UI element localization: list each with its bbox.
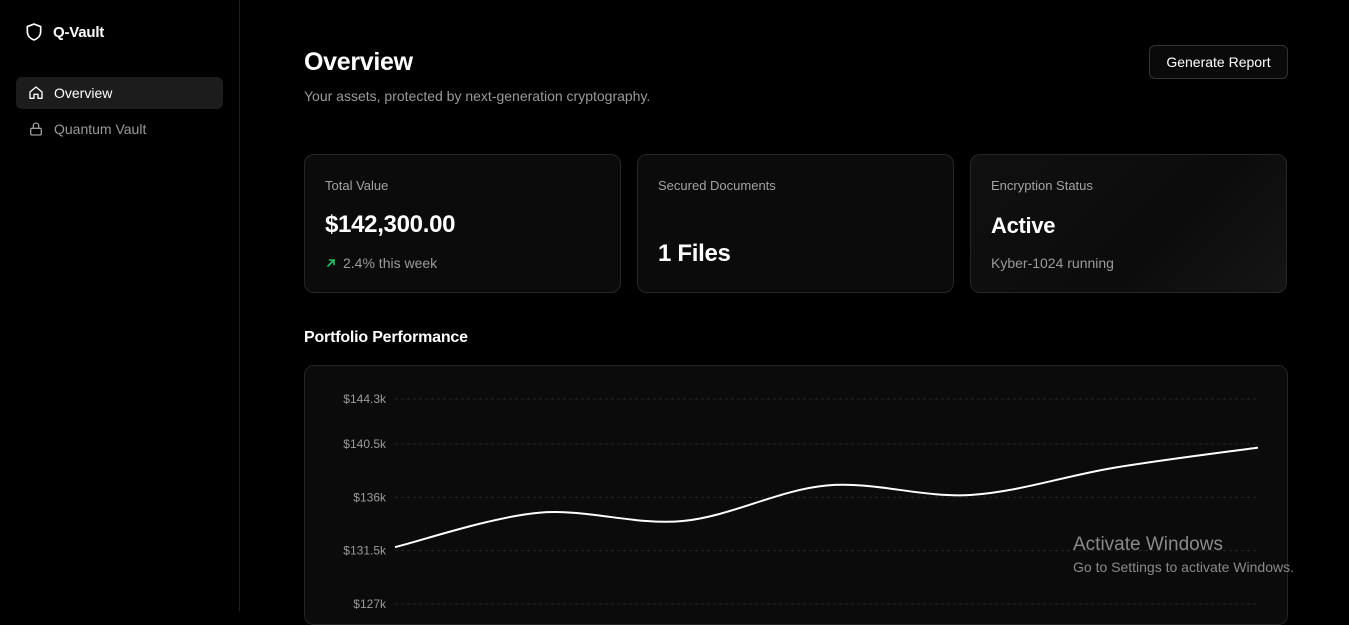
y-tick-label: $127k [353,597,387,611]
card-label: Secured Documents [658,178,776,193]
lock-icon [30,122,42,136]
sidebar-item-quantum-vault[interactable]: Quantum Vault [16,113,223,145]
weekly-change: 2.4% this week [325,255,437,271]
total-value: $142,300.00 [325,211,456,238]
portfolio-chart: $144.3k $140.5k $136k $131.5k $127k [304,365,1288,625]
watermark-title: Activate Windows [1073,534,1223,555]
page-title: Overview [304,48,413,76]
weekly-change-text: 2.4% this week [343,255,438,271]
windows-activation-watermark: Activate Windows Go to Settings to activ… [1073,534,1294,575]
encryption-algorithm-text: Kyber-1024 running [991,255,1114,271]
y-tick-label: $140.5k [343,437,387,451]
card-label: Encryption Status [991,178,1093,193]
shield-icon [26,23,42,41]
home-icon [29,86,43,99]
section-title: Portfolio Performance [304,329,468,346]
documents-count: 1 Files [658,240,731,267]
encryption-algorithm: Kyber-1024 running [991,255,1114,271]
page-subtitle: Your assets, protected by next-generatio… [304,88,651,104]
card-label: Total Value [325,178,389,193]
total-value-card: Total Value $142,300.00 2.4% this week [304,154,621,293]
app-name: Q-Vault [53,23,105,41]
encryption-status: Active [991,213,1056,238]
brand[interactable]: Q-Vault [24,22,104,42]
y-tick-label: $136k [353,490,387,504]
arrow-up-right-icon [327,259,335,267]
sidebar-item-label: Overview [54,85,113,101]
generate-report-button[interactable]: Generate Report [1149,45,1288,79]
sidebar-item-overview[interactable]: Overview [16,77,223,109]
encryption-status-card: Encryption Status Active Kyber-1024 runn… [970,154,1287,293]
main-content: Overview Your assets, protected by next-… [240,0,1349,625]
watermark-subtitle: Go to Settings to activate Windows. [1073,559,1294,575]
y-tick-label: $131.5k [343,544,387,558]
secured-documents-card: Secured Documents 1 Files [637,154,954,293]
sidebar: Q-Vault Overview Quantum Vault [0,0,240,611]
line-chart: $144.3k $140.5k $136k $131.5k $127k [343,392,1259,611]
sidebar-item-label: Quantum Vault [54,121,147,137]
y-tick-label: $144.3k [343,392,387,406]
